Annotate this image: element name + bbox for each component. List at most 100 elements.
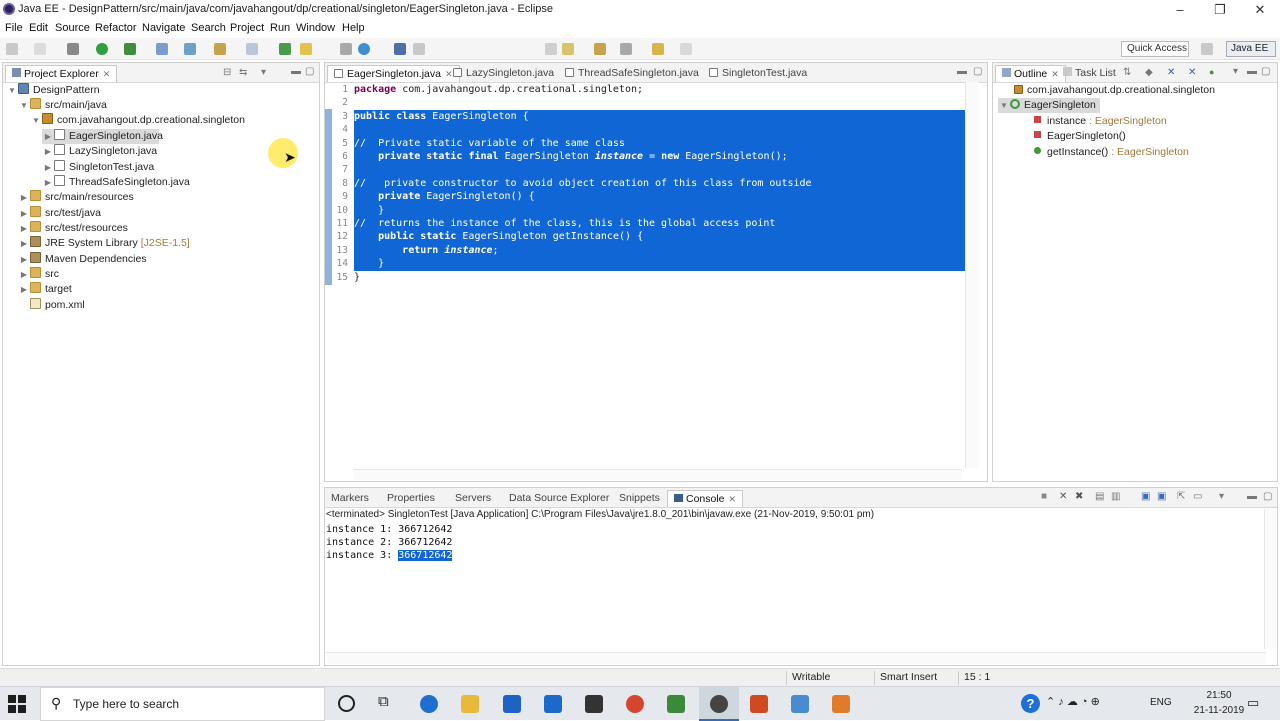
menu-source[interactable]: Source bbox=[55, 22, 90, 34]
code-line[interactable]: return instance; bbox=[354, 243, 965, 258]
code-line[interactable] bbox=[354, 123, 965, 137]
code-line[interactable]: private static final EagerSingleton inst… bbox=[354, 150, 965, 164]
quick-access-input[interactable]: Quick Access bbox=[1121, 41, 1189, 57]
collapsed-icon[interactable]: ▶ bbox=[42, 160, 54, 175]
minimize-view-icon[interactable]: ▬ bbox=[1247, 66, 1257, 77]
tree-file-singletontest[interactable]: ▶ SingletonTest.java bbox=[42, 160, 154, 175]
menu-edit[interactable]: Edit bbox=[29, 22, 48, 34]
outline-class[interactable]: ▼ EagerSingleton bbox=[998, 98, 1100, 113]
task-icon[interactable] bbox=[562, 43, 574, 55]
open-console-icon[interactable]: ▾ bbox=[1219, 491, 1224, 502]
menu-run[interactable]: Run bbox=[270, 22, 290, 34]
sort-icon[interactable]: ⇅ bbox=[1123, 67, 1131, 78]
menu-search[interactable]: Search bbox=[191, 22, 226, 34]
code-line[interactable]: private EagerSingleton() { bbox=[354, 190, 965, 204]
eclipse-taskbar-item[interactable] bbox=[699, 687, 739, 721]
maximize-button[interactable]: ❐ bbox=[1200, 0, 1240, 20]
tab-snippets[interactable]: Snippets bbox=[613, 490, 666, 507]
code-line[interactable] bbox=[354, 163, 965, 177]
display-console-icon[interactable]: ▭ bbox=[1193, 491, 1202, 502]
collapsed-icon[interactable]: ▶ bbox=[18, 267, 30, 282]
console-output-line[interactable]: instance 3: 366712642 bbox=[326, 549, 453, 562]
menu-navigate[interactable]: Navigate bbox=[142, 22, 185, 34]
tree-src-main-resources[interactable]: ▶ src/main/resources bbox=[18, 190, 134, 205]
maximize-view-icon[interactable]: ▢ bbox=[1263, 491, 1272, 502]
tree-jre[interactable]: ▶ JRE System Library [J2SE-1.5] bbox=[18, 236, 190, 251]
tab-outline[interactable]: Outline ✕ bbox=[995, 65, 1066, 82]
globe-icon[interactable] bbox=[358, 43, 370, 55]
pin-console-icon[interactable]: ⇱ bbox=[1177, 491, 1185, 502]
edge-icon[interactable] bbox=[420, 695, 438, 713]
powerpoint-icon[interactable] bbox=[750, 695, 768, 713]
windows-start-icon[interactable] bbox=[8, 695, 26, 713]
run-icon[interactable] bbox=[96, 43, 108, 55]
debug-icon[interactable] bbox=[67, 43, 79, 55]
remove-all-icon[interactable]: ✖ bbox=[1075, 491, 1083, 502]
minimize-view-icon[interactable]: ▬ bbox=[957, 66, 967, 77]
expanded-icon[interactable]: ▼ bbox=[18, 98, 30, 113]
collapsed-icon[interactable]: ▶ bbox=[18, 221, 30, 236]
clear-console-icon[interactable]: ▤ bbox=[1095, 491, 1104, 502]
menu-project[interactable]: Project bbox=[230, 22, 264, 34]
maximize-view-icon[interactable]: ▢ bbox=[973, 66, 982, 77]
hide-static-icon[interactable]: ✕ bbox=[1167, 67, 1175, 78]
toggle-icon[interactable] bbox=[340, 43, 352, 55]
tree-file-eager[interactable]: ▶ EagerSingleton.java bbox=[42, 129, 163, 144]
expanded-icon[interactable]: ▼ bbox=[6, 83, 18, 98]
code-line[interactable]: // private constructor to avoid object c… bbox=[354, 176, 965, 191]
collapsed-icon[interactable]: ▶ bbox=[18, 206, 30, 221]
tab-data-source-explorer[interactable]: Data Source Explorer bbox=[503, 490, 615, 507]
tab-markers[interactable]: Markers bbox=[325, 490, 375, 507]
annotation-icon[interactable] bbox=[279, 43, 291, 55]
tab-task-list[interactable]: Task List bbox=[1057, 65, 1122, 82]
forward-icon[interactable] bbox=[680, 43, 692, 55]
editor-vertical-scrollbar[interactable] bbox=[965, 82, 979, 468]
highlight-icon[interactable] bbox=[300, 43, 312, 55]
view-menu-icon[interactable]: ▾ bbox=[1233, 66, 1238, 77]
menu-refactor[interactable]: Refactor bbox=[95, 22, 137, 34]
menu-file[interactable]: File bbox=[5, 22, 23, 34]
minimize-view-icon[interactable]: ▬ bbox=[291, 66, 301, 77]
hide-fields-icon[interactable]: ◆ bbox=[1145, 67, 1153, 78]
collapsed-icon[interactable]: ▶ bbox=[42, 175, 54, 190]
tab-lazy-singleton[interactable]: LazySingleton.java bbox=[447, 65, 560, 82]
system-tray-icons[interactable]: ⌃ ♪ ☁ ◔ ⊕ bbox=[1046, 695, 1100, 708]
tab-project-explorer[interactable]: Project Explorer ✕ bbox=[5, 65, 118, 82]
code-line[interactable]: package com.javahangout.dp.creational.si… bbox=[354, 83, 643, 96]
notifications-icon[interactable]: ▭ bbox=[1247, 695, 1259, 711]
console-output-value-selected[interactable]: 366712642 bbox=[398, 550, 453, 561]
code-line[interactable]: } bbox=[354, 203, 965, 217]
hide-local-types-icon[interactable]: ● bbox=[1209, 67, 1214, 77]
last-edit-icon[interactable] bbox=[620, 43, 632, 55]
cortana-icon[interactable] bbox=[338, 695, 355, 712]
help-icon[interactable]: ? bbox=[1021, 694, 1040, 713]
link-editor-icon[interactable]: ⇆ bbox=[239, 67, 247, 78]
show-on-stderr-icon[interactable]: ▣ bbox=[1157, 491, 1166, 502]
mail-icon[interactable] bbox=[585, 695, 603, 713]
notes-icon[interactable] bbox=[791, 695, 809, 713]
save-icon[interactable] bbox=[34, 43, 46, 55]
collapsed-icon[interactable]: ▶ bbox=[18, 282, 30, 297]
run-external-icon[interactable] bbox=[124, 43, 136, 55]
hide-nonpublic-icon[interactable]: ✕ bbox=[1188, 67, 1196, 78]
tab-eager-singleton[interactable]: EagerSingleton.java ✕ bbox=[327, 65, 460, 82]
maximize-view-icon[interactable]: ▢ bbox=[305, 66, 314, 77]
filter-icon[interactable]: ▾ bbox=[261, 67, 266, 78]
menu-window[interactable]: Window bbox=[296, 22, 335, 34]
code-line[interactable]: public static EagerSingleton getInstance… bbox=[354, 230, 965, 244]
pin-icon[interactable] bbox=[413, 43, 425, 55]
task-view-icon[interactable]: ⧉ bbox=[378, 693, 389, 710]
code-line[interactable]: } bbox=[354, 271, 360, 284]
terminal-icon[interactable] bbox=[394, 43, 406, 55]
maximize-view-icon[interactable]: ▢ bbox=[1261, 66, 1270, 77]
close-icon[interactable]: ✕ bbox=[729, 494, 737, 504]
collapse-all-icon[interactable]: ⊟ bbox=[223, 67, 231, 78]
tree-file-lazy[interactable]: ▶ LazySingleton.java bbox=[42, 144, 157, 159]
annotation-nav-icon[interactable] bbox=[594, 43, 606, 55]
code-line[interactable]: // Private static variable of the same c… bbox=[354, 136, 965, 150]
scroll-lock-icon[interactable]: ▥ bbox=[1111, 491, 1120, 502]
perspective-java-ee[interactable]: Java EE bbox=[1226, 41, 1276, 57]
outline-package[interactable]: com.javahangout.dp.creational.singleton bbox=[1014, 83, 1215, 98]
console-vertical-scrollbar[interactable] bbox=[1264, 509, 1276, 649]
tree-src-main-java[interactable]: ▼ src/main/java bbox=[18, 98, 107, 113]
